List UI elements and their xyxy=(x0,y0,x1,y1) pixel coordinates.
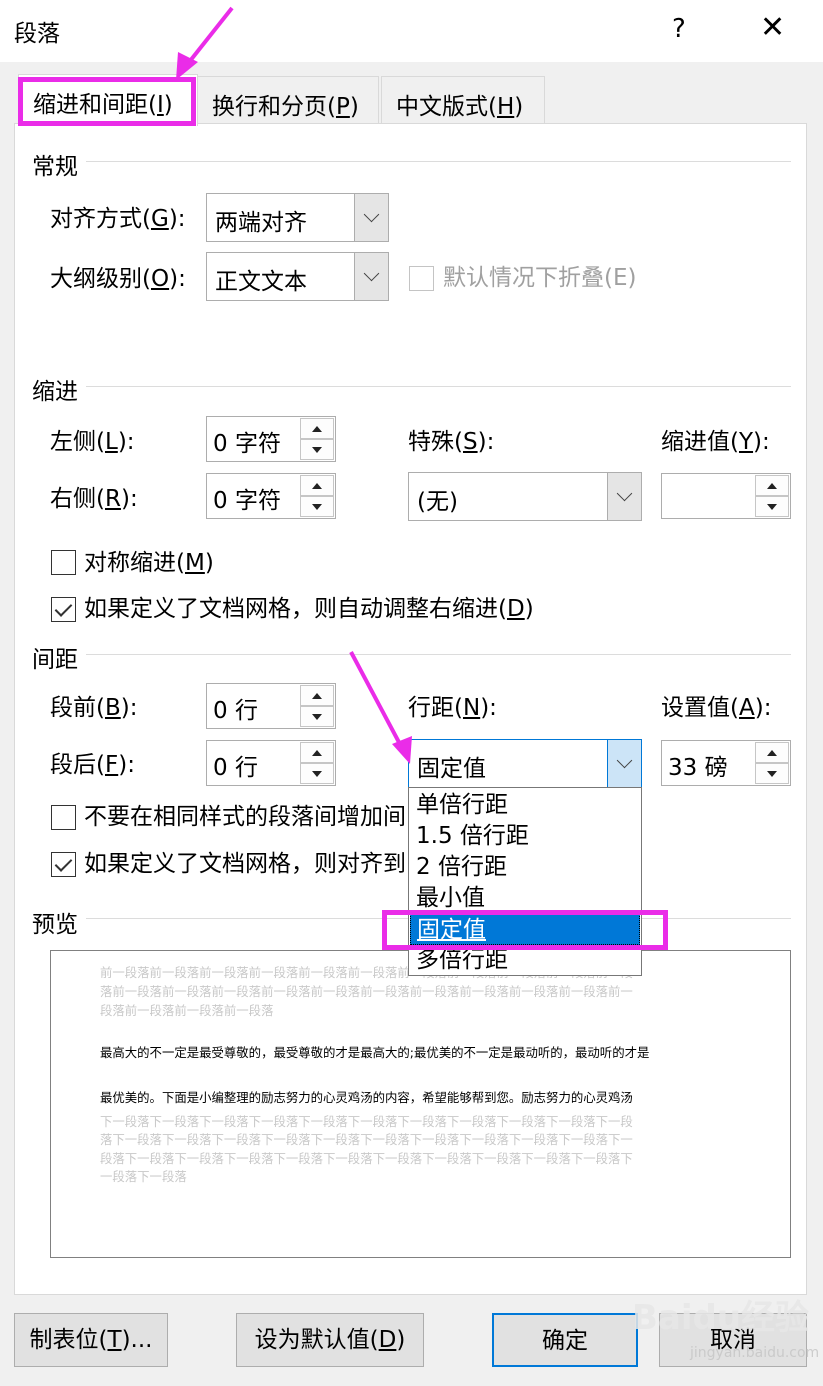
annotation-arrows xyxy=(176,6,412,764)
arrow-head xyxy=(392,736,412,764)
baidu-watermark-url: jingyan.baidu.com xyxy=(690,1345,820,1361)
arrow-line xyxy=(184,6,234,68)
arrow-line xyxy=(349,651,404,749)
baidu-watermark-logo: Baidu经验 xyxy=(632,1298,810,1338)
